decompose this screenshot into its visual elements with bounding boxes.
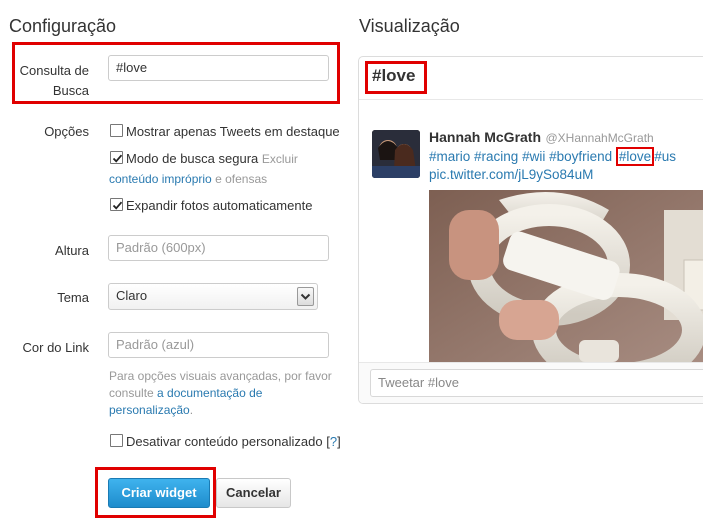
safe-search-label: Modo de busca segura (126, 151, 259, 166)
advanced-options-help: Para opções visuais avançadas, por favor… (109, 368, 349, 419)
avatar-image (372, 130, 420, 178)
height-input[interactable]: Padrão (600px) (108, 235, 329, 261)
top-tweets-label: Mostrar apenas Tweets em destaque (126, 124, 340, 139)
customization-docs-link-cont[interactable]: personalização (109, 403, 190, 417)
hashtag[interactable]: #mario (429, 149, 470, 164)
help-line-2: consulte a documentação de (109, 385, 349, 402)
disable-personalized-label: Desativar conteúdo personalizado (126, 434, 323, 449)
safe-search-hint-2: e ofensas (215, 172, 268, 186)
tweet-photo-image (429, 190, 703, 362)
hashtag[interactable]: #racing (474, 149, 518, 164)
tweet-photo[interactable] (429, 190, 703, 362)
help-line-3: personalização. (109, 402, 349, 419)
hashtag[interactable]: #us (654, 149, 676, 164)
help-line-1: Para opções visuais avançadas, por favor (109, 369, 332, 383)
disable-personalized-checkbox[interactable] (110, 434, 123, 447)
theme-label: Tema (57, 290, 89, 305)
link-color-label: Cor do Link (22, 340, 89, 355)
theme-select[interactable]: Claro (108, 283, 318, 310)
link-color-input[interactable]: Padrão (azul) (108, 332, 329, 358)
create-widget-button[interactable]: Criar widget (108, 478, 210, 508)
chevron-down-icon (300, 293, 311, 300)
search-query-label-line1: Consulta de (19, 63, 89, 78)
height-label: Altura (55, 243, 89, 258)
help-line-3-suffix: . (189, 403, 194, 417)
tweet-author-handle[interactable]: @XHannahMcGrath (545, 131, 653, 145)
configuration-title: Configuração (9, 16, 117, 36)
hashtag[interactable]: #boyfriend (549, 149, 612, 164)
cancel-button[interactable]: Cancelar (216, 478, 291, 508)
safe-search-checkbox[interactable] (110, 151, 123, 164)
help-bracket-close: ] (337, 434, 341, 449)
preview-title: Visualização (359, 16, 460, 36)
help-link[interactable]: ? (330, 434, 337, 449)
help-line-2-prefix: consulte (109, 386, 158, 400)
safe-search-hint-row: conteúdo impróprio e ofensas (109, 172, 267, 186)
hashtag-love-highlighted[interactable]: #love (615, 147, 655, 166)
tweet-compose-input[interactable]: Tweetar #love (370, 369, 703, 397)
safe-search-hint: Excluir (261, 152, 298, 166)
widget-preview: #love Hannah McGrath @XHannahMcGrath #ma… (358, 56, 703, 404)
check-icon (112, 154, 123, 163)
expand-photos-checkbox[interactable] (110, 198, 123, 211)
customization-docs-link[interactable]: a documentação de (157, 386, 262, 400)
theme-select-value: Claro (116, 288, 148, 303)
expand-photos-label: Expandir fotos automaticamente (126, 198, 313, 213)
disable-personalized-row: Desativar conteúdo personalizado [?] (126, 434, 341, 449)
top-tweets-checkbox[interactable] (110, 124, 123, 137)
search-query-input[interactable]: #love (108, 55, 329, 81)
tweet-text: #mario #racing #wii #boyfriend #love #us (429, 147, 676, 166)
user-avatar[interactable] (372, 130, 420, 178)
theme-select-dropdown-button[interactable] (297, 287, 314, 306)
widget-title-highlight (365, 61, 427, 94)
search-query-label-line2: Busca (52, 83, 89, 98)
tweet-author: Hannah McGrath @XHannahMcGrath (429, 129, 654, 147)
options-label: Opções (44, 124, 89, 139)
hashtag[interactable]: #wii (522, 149, 545, 164)
tweet-author-name[interactable]: Hannah McGrath (429, 129, 541, 145)
safe-search-row: Modo de busca segura Excluir (126, 151, 298, 166)
check-icon (112, 201, 123, 210)
tweet-media-link[interactable]: pic.twitter.com/jL9ySo84uM (429, 167, 593, 182)
inappropriate-content-link[interactable]: conteúdo impróprio (109, 172, 212, 186)
